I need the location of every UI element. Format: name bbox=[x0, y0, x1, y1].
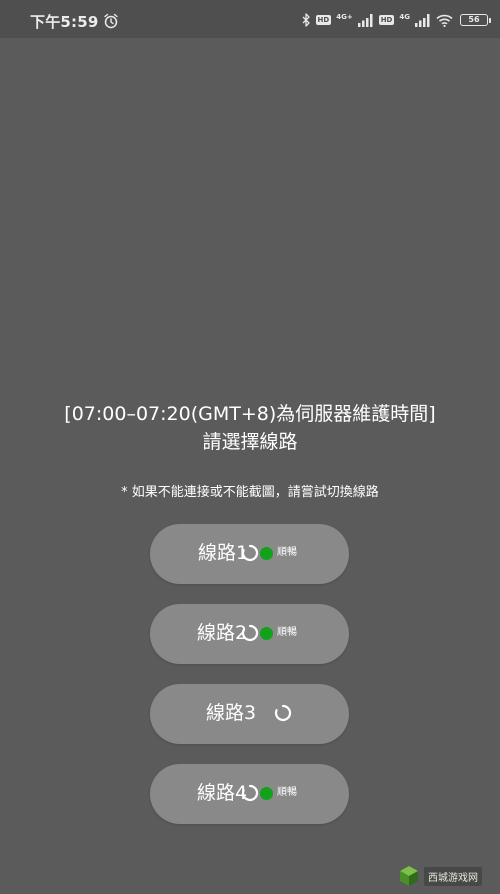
status-indicator-dot bbox=[260, 627, 273, 640]
network-type-label: 4G+ bbox=[336, 13, 353, 21]
route-button-1[interactable]: 線路1 順暢 bbox=[150, 524, 349, 584]
route-button-3[interactable]: 線路3 bbox=[150, 684, 349, 744]
watermark: 西城游戏网 bbox=[398, 862, 496, 890]
loading-spinner-icon bbox=[241, 784, 259, 802]
switch-route-hint: * 如果不能連接或不能截圖，請嘗試切換線路 bbox=[121, 485, 379, 500]
route-label: 線路2 bbox=[197, 621, 247, 645]
route-number: 3 bbox=[244, 702, 257, 724]
status-indicator-dot bbox=[260, 547, 273, 560]
route-status-text: 順暢 bbox=[277, 627, 297, 638]
status-indicator-dot bbox=[260, 787, 273, 800]
route-status-text: 順暢 bbox=[277, 787, 297, 798]
wifi-icon bbox=[436, 14, 453, 27]
route-status-text: 順暢 bbox=[277, 547, 297, 558]
status-bar: 下午5:59 HD 4G+ HD 4G 56 bbox=[0, 0, 500, 38]
select-route-title: 請選擇線路 bbox=[202, 431, 298, 453]
route-button-4[interactable]: 線路4 順暢 bbox=[150, 764, 349, 824]
route-label-text: 線路 bbox=[206, 702, 245, 724]
bluetooth-icon bbox=[302, 13, 310, 27]
route-label-text: 線路 bbox=[197, 782, 236, 804]
loading-spinner-icon bbox=[241, 544, 259, 562]
signal-strength-icon bbox=[357, 13, 373, 27]
loading-spinner-icon bbox=[241, 624, 259, 642]
signal-strength-icon-2 bbox=[415, 13, 430, 27]
watermark-text: 西城游戏网 bbox=[424, 866, 482, 886]
network-type-label-2: 4G bbox=[399, 13, 410, 21]
route-label: 線路3 bbox=[206, 701, 256, 725]
route-label-text: 線路 bbox=[197, 622, 236, 644]
hd-badge-2: HD bbox=[378, 15, 395, 25]
route-label-text: 線路 bbox=[198, 542, 237, 564]
alarm-clock-icon bbox=[104, 13, 118, 29]
cube-logo-icon bbox=[400, 866, 418, 886]
status-time: 下午5:59 bbox=[30, 13, 99, 31]
loading-spinner-icon bbox=[274, 704, 292, 722]
route-button-2[interactable]: 線路2 順暢 bbox=[150, 604, 349, 664]
status-icons: HD 4G+ HD 4G 56 bbox=[302, 11, 491, 29]
hd-badge: HD bbox=[315, 15, 332, 25]
battery-icon: 56 bbox=[460, 14, 491, 26]
maintenance-notice-title: [07:00–07:20(GMT+8)為伺服器維護時間] bbox=[64, 403, 436, 425]
route-label: 線路4 bbox=[197, 781, 247, 805]
battery-level: 56 bbox=[468, 15, 480, 24]
